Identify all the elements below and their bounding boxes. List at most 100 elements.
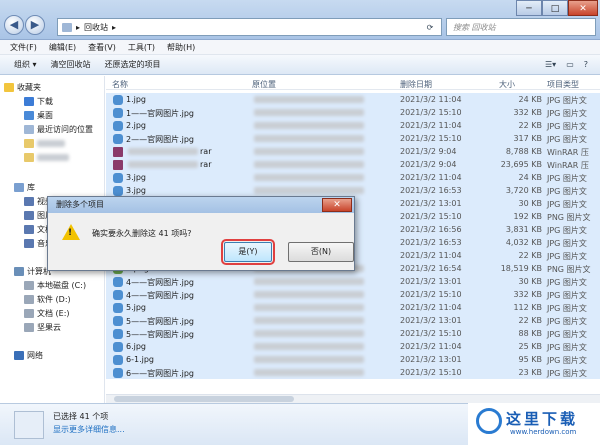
file-name: 4——官网图片.jpg xyxy=(126,291,195,300)
music-library-icon xyxy=(24,239,34,248)
deleted-date: 2021/3/2 16:54 xyxy=(400,264,462,273)
table-row[interactable]: 5——官网图片.jpg 2021/3/2 13:01 22 KB JPG 图片文 xyxy=(106,314,600,327)
file-name: 3.jpg xyxy=(126,186,147,195)
search-input[interactable]: 搜索 回收站 xyxy=(446,18,596,36)
preview-pane-icon[interactable]: ▭ xyxy=(566,60,574,69)
table-row[interactable]: rar 2021/3/2 9:04 8,788 KB WinRAR 压 xyxy=(106,145,600,158)
nav-item-downloads[interactable]: 下载 xyxy=(24,95,53,108)
nav-item-recent[interactable]: 最近访问的位置 xyxy=(24,123,93,136)
nav-libraries[interactable]: 库 xyxy=(14,181,35,194)
column-size[interactable]: 大小 xyxy=(499,79,515,90)
back-button[interactable]: ◀ xyxy=(4,15,24,35)
network-icon xyxy=(14,351,24,360)
table-row[interactable]: rar 2021/3/2 9:04 23,695 KB WinRAR 压 xyxy=(106,158,600,171)
redacted-origin xyxy=(254,109,364,116)
deleted-date: 2021/3/2 15:10 xyxy=(400,368,462,377)
file-type: JPG 图片文 xyxy=(547,200,587,209)
nav-drive-d[interactable]: 软件 (D:) xyxy=(24,293,71,306)
table-row[interactable]: 6-1.jpg 2021/3/2 13:01 95 KB JPG 图片文 xyxy=(106,353,600,366)
deleted-date: 2021/3/2 9:04 xyxy=(400,160,457,169)
table-row[interactable]: 6——官网图片.jpg 2021/3/2 15:10 23 KB JPG 图片文 xyxy=(106,366,600,379)
menu-file[interactable]: 文件(F) xyxy=(10,42,37,53)
image-file-icon xyxy=(113,316,123,326)
redacted-label xyxy=(37,154,69,161)
table-row[interactable]: 5——官网图片.jpg 2021/3/2 15:10 88 KB JPG 图片文 xyxy=(106,327,600,340)
file-size: 317 KB xyxy=(513,134,542,143)
image-file-icon xyxy=(113,290,123,300)
nav-item-blurred[interactable] xyxy=(24,151,69,164)
close-button[interactable]: ✕ xyxy=(568,0,598,16)
table-row[interactable]: 5.jpg 2021/3/2 11:04 112 KB JPG 图片文 xyxy=(106,301,600,314)
scrollbar-thumb[interactable] xyxy=(114,396,294,402)
nav-item-desktop[interactable]: 桌面 xyxy=(24,109,53,122)
address-bar[interactable]: ▸ 回收站 ▸ ⟳ xyxy=(57,18,442,36)
nav-network[interactable]: 网络 xyxy=(14,349,43,362)
file-type: JPG 图片文 xyxy=(547,356,587,365)
table-row[interactable]: 2.jpg 2021/3/2 11:04 22 KB JPG 图片文 xyxy=(106,119,600,132)
star-icon xyxy=(4,83,14,92)
minimize-button[interactable]: ─ xyxy=(516,0,542,16)
nav-favorites[interactable]: 收藏夹 xyxy=(4,81,41,94)
horizontal-scrollbar[interactable] xyxy=(106,394,600,403)
column-origin[interactable]: 原位置 xyxy=(252,79,276,90)
video-library-icon xyxy=(24,197,34,206)
organize-button[interactable]: 组织 ▾ xyxy=(14,59,37,70)
table-row[interactable]: 1.jpg 2021/3/2 11:04 24 KB JPG 图片文 xyxy=(106,93,600,106)
table-row[interactable]: 6.jpg 2021/3/2 11:04 25 KB JPG 图片文 xyxy=(106,340,600,353)
view-options-icon[interactable]: ☰▾ xyxy=(545,60,556,69)
help-icon[interactable]: ? xyxy=(584,60,588,69)
menu-tools[interactable]: 工具(T) xyxy=(128,42,155,53)
archive-file-icon xyxy=(113,160,123,170)
nav-computer[interactable]: 计算机 xyxy=(14,265,51,278)
breadcrumb[interactable]: 回收站 xyxy=(84,22,108,33)
menu-edit[interactable]: 编辑(E) xyxy=(49,42,76,53)
empty-recycle-bin-button[interactable]: 清空回收站 xyxy=(51,59,91,70)
arrow-right-icon: ▶ xyxy=(30,18,40,31)
table-row[interactable]: 4——官网图片.jpg 2021/3/2 15:10 332 KB JPG 图片文 xyxy=(106,288,600,301)
menu-view[interactable]: 查看(V) xyxy=(88,42,116,53)
file-name: 2.jpg xyxy=(126,121,147,130)
redacted-origin xyxy=(254,96,364,103)
nav-item-blurred[interactable] xyxy=(24,137,65,150)
table-row[interactable]: 4——官网图片.jpg 2021/3/2 13:01 30 KB JPG 图片文 xyxy=(106,275,600,288)
redacted-origin xyxy=(254,187,364,194)
refresh-icon[interactable]: ⟳ xyxy=(419,23,441,32)
restore-selected-button[interactable]: 还原选定的项目 xyxy=(105,59,161,70)
arrow-left-icon: ◀ xyxy=(9,18,19,31)
redacted-label xyxy=(37,140,65,147)
file-size: 112 KB xyxy=(513,303,542,312)
file-type: JPG 图片文 xyxy=(547,252,587,261)
deleted-date: 2021/3/2 16:53 xyxy=(400,238,462,247)
watermark-url: www.herdown.com xyxy=(510,428,577,436)
no-button[interactable]: 否(N) xyxy=(288,242,354,262)
table-row[interactable]: 3.jpg 2021/3/2 11:04 24 KB JPG 图片文 xyxy=(106,171,600,184)
file-size: 18,519 KB xyxy=(500,264,542,273)
deleted-date: 2021/3/2 13:01 xyxy=(400,199,462,208)
yes-button[interactable]: 是(Y) xyxy=(221,239,275,265)
download-folder-icon xyxy=(24,97,34,106)
table-row[interactable]: 1——官网图片.jpg 2021/3/2 15:10 332 KB JPG 图片文 xyxy=(106,106,600,119)
menu-help[interactable]: 帮助(H) xyxy=(167,42,195,53)
show-details-link[interactable]: 显示更多详细信息... xyxy=(53,424,125,435)
column-deleted[interactable]: 删除日期 xyxy=(400,79,432,90)
drive-icon xyxy=(24,295,34,304)
nav-jianguoyun[interactable]: 坚果云 xyxy=(24,321,61,334)
watermark-text: 这里下载 xyxy=(506,410,579,428)
maximize-button[interactable]: □ xyxy=(542,0,568,16)
table-row[interactable]: 2——官网图片.jpg 2021/3/2 15:10 317 KB JPG 图片文 xyxy=(106,132,600,145)
image-file-icon xyxy=(113,277,123,287)
image-file-icon xyxy=(113,108,123,118)
forward-button[interactable]: ▶ xyxy=(25,15,45,35)
redacted-origin xyxy=(254,174,364,181)
file-size: 332 KB xyxy=(513,290,542,299)
column-type[interactable]: 项目类型 xyxy=(547,79,579,90)
image-file-icon xyxy=(113,186,123,196)
nav-drive-c[interactable]: 本地磁盘 (C:) xyxy=(24,279,86,292)
archive-file-icon xyxy=(113,147,123,157)
column-name[interactable]: 名称 xyxy=(112,79,128,90)
breadcrumb-chevron-icon: ▸ xyxy=(76,22,81,32)
file-size: 8,788 KB xyxy=(505,147,542,156)
nav-label: 本地磁盘 (C:) xyxy=(37,281,87,290)
nav-drive-e[interactable]: 文档 (E:) xyxy=(24,307,70,320)
dialog-close-button[interactable]: ✕ xyxy=(322,198,352,212)
